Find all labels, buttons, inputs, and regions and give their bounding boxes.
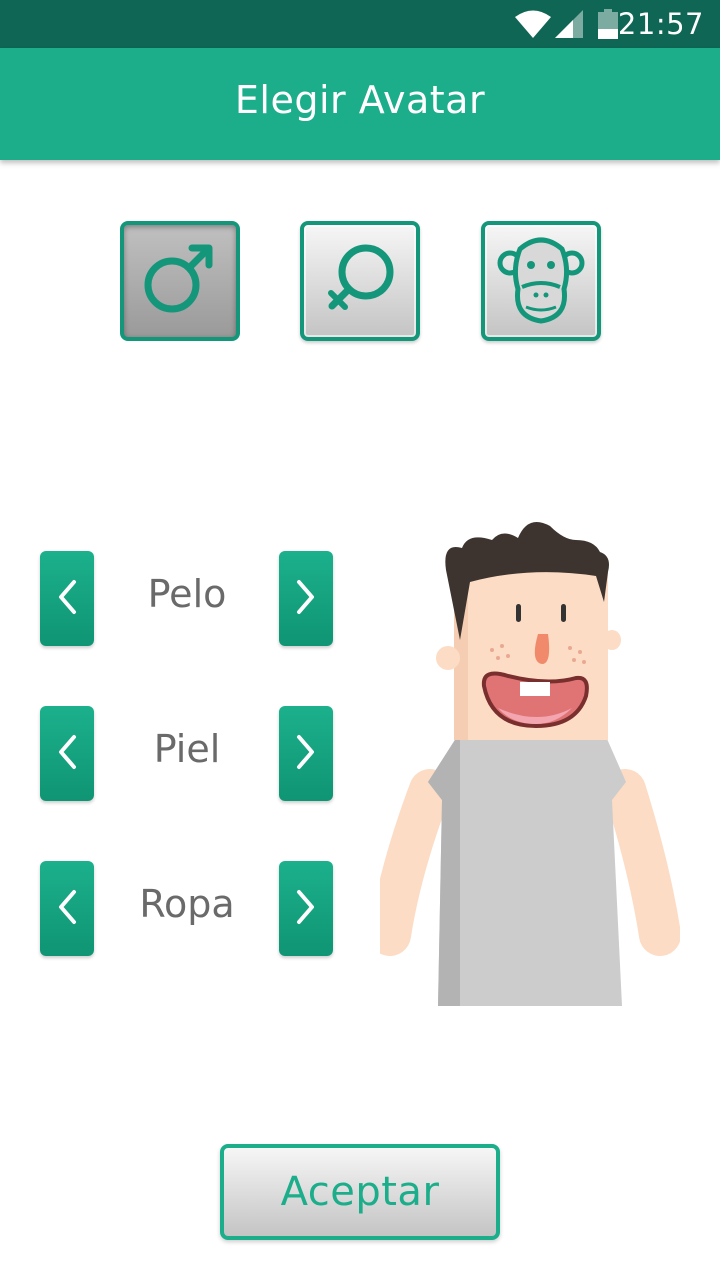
- app-bar: Elegir Avatar: [0, 48, 720, 160]
- battery-icon: [598, 9, 618, 43]
- male-symbol-icon: [140, 239, 220, 323]
- chevron-left-icon: [56, 889, 78, 929]
- clothes-next-button[interactable]: [279, 861, 333, 956]
- wifi-icon: [514, 10, 552, 42]
- skin-label: Piel: [153, 727, 221, 771]
- avatar-preview: [369, 510, 681, 1014]
- hair-prev-button[interactable]: [40, 551, 94, 646]
- clothes-label: Ropa: [139, 882, 235, 926]
- monkey-face-icon: [496, 229, 586, 333]
- hair-label: Pelo: [147, 572, 227, 616]
- chevron-left-icon: [56, 734, 78, 774]
- chevron-right-icon: [295, 579, 317, 619]
- chevron-right-icon: [295, 889, 317, 929]
- clothes-prev-button[interactable]: [40, 861, 94, 956]
- skin-next-button[interactable]: [279, 706, 333, 801]
- accept-button[interactable]: Aceptar: [220, 1144, 500, 1240]
- hair-next-button[interactable]: [279, 551, 333, 646]
- monkey-avatar-button[interactable]: [481, 221, 601, 341]
- status-time: 21:57: [617, 7, 704, 41]
- female-avatar-button[interactable]: [300, 221, 420, 341]
- signal-icon: [555, 10, 583, 42]
- chevron-left-icon: [56, 579, 78, 619]
- page-title: Elegir Avatar: [234, 78, 486, 122]
- male-avatar-button[interactable]: [120, 221, 240, 341]
- skin-prev-button[interactable]: [40, 706, 94, 801]
- female-symbol-icon: [320, 239, 400, 323]
- chevron-right-icon: [295, 734, 317, 774]
- status-bar: 21:57: [0, 0, 720, 48]
